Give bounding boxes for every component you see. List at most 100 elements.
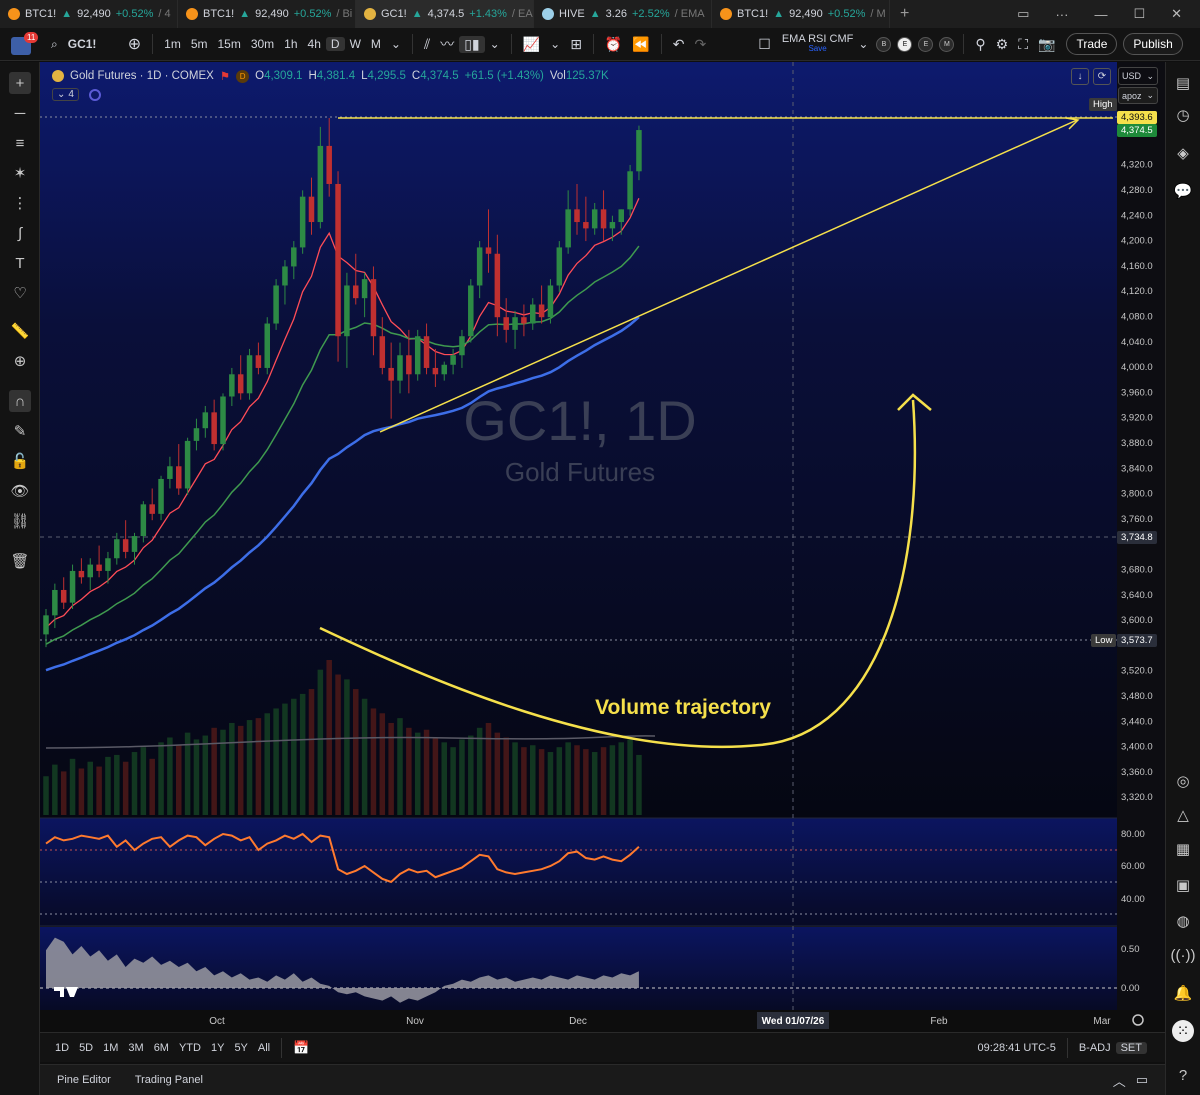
refresh-icon[interactable]: ⟳	[1093, 68, 1111, 85]
ruler-icon[interactable]: 📏	[9, 320, 31, 342]
range-3m[interactable]: 3M	[123, 1042, 148, 1054]
chart-legend[interactable]: Gold Futures · 1D · COMEX ⚑ D O4,309.1 H…	[52, 69, 609, 83]
more-icon[interactable]: ···	[1055, 7, 1068, 22]
price-chart[interactable]: GC1!, 1D Gold Futures Volume trajectory …	[0, 0, 1200, 1095]
watchlist-icon[interactable]: ▤	[1172, 72, 1194, 94]
range-all[interactable]: All	[253, 1042, 275, 1054]
maximize-icon[interactable]: ☐	[1133, 6, 1145, 22]
brush-icon[interactable]: ∫	[9, 222, 31, 244]
range-1m[interactable]: 1M	[98, 1042, 123, 1054]
magnet-icon[interactable]: ∩	[9, 390, 31, 412]
layout-name[interactable]: EMA RSI CMF Save	[782, 34, 854, 54]
date-range-icon[interactable]: 📅	[288, 1040, 314, 1056]
line-chart-icon[interactable]: 〰	[435, 34, 459, 54]
chevron-down-icon[interactable]: ⌄	[485, 37, 505, 51]
scroll-down-icon[interactable]: ↓	[1071, 68, 1089, 85]
crosshair-icon[interactable]: +	[9, 72, 31, 94]
close-window-icon[interactable]: ✕	[1171, 6, 1182, 22]
interval-m[interactable]: M	[366, 37, 386, 51]
layers-icon[interactable]: ◈	[1172, 142, 1194, 164]
currency-select[interactable]: USD ⌄	[1118, 67, 1158, 85]
range-6m[interactable]: 6M	[149, 1042, 174, 1054]
interval-d[interactable]: D	[325, 37, 345, 51]
heart-icon[interactable]: ♡	[9, 282, 31, 304]
stay-drawing-icon[interactable]: ✎	[9, 420, 31, 442]
replay-icon[interactable]: ⏪	[627, 36, 654, 53]
fib-icon[interactable]: ≡	[9, 132, 31, 154]
range-1y[interactable]: 1Y	[206, 1042, 229, 1054]
camera-icon[interactable]: 📷	[1033, 36, 1060, 53]
new-tab-icon[interactable]: +	[900, 5, 909, 23]
fullscreen-icon[interactable]: ⛶	[1013, 36, 1033, 53]
tab-btc-1[interactable]: BTC1!▲92,490+0.52%/ 4✕	[0, 0, 178, 28]
broadcast-icon[interactable]: ((·))	[1171, 944, 1196, 966]
trend-line-icon[interactable]: ─	[9, 102, 31, 124]
tab-btc-2[interactable]: BTC1!▲92,490+0.52%/ Bi✕	[178, 0, 356, 28]
publish-button[interactable]: Publish	[1123, 33, 1183, 55]
range-ytd[interactable]: YTD	[174, 1042, 206, 1054]
chevron-down-icon[interactable]: ⌄	[545, 37, 565, 51]
quick-search-icon[interactable]: ⚲	[970, 36, 990, 53]
projection-icon[interactable]: ⋮	[9, 192, 31, 214]
range-5y[interactable]: 5Y	[229, 1042, 252, 1054]
redo-icon[interactable]: ↷	[690, 36, 712, 53]
layout-checkbox-icon[interactable]: ☐	[753, 36, 776, 53]
minimize-icon[interactable]: —	[1094, 7, 1107, 22]
interval-30m[interactable]: 30m	[246, 37, 279, 51]
interval-15m[interactable]: 15m	[212, 37, 245, 51]
text-icon[interactable]: T	[9, 252, 31, 274]
pattern-icon[interactable]: ✶	[9, 162, 31, 184]
sync-icon[interactable]	[89, 89, 101, 101]
globe-icon[interactable]: ◍	[1172, 910, 1194, 932]
avatar[interactable]: 11	[8, 31, 39, 57]
range-1d[interactable]: 1D	[50, 1042, 74, 1054]
tab-hive[interactable]: HIVE▲3.26+2.52%/ EMA✕	[534, 0, 712, 28]
chevron-down-icon[interactable]: ⌄	[386, 37, 406, 51]
session-m-icon[interactable]: M	[939, 36, 955, 52]
link-icon[interactable]: ⛓	[9, 510, 31, 532]
session-b-icon[interactable]: B	[876, 36, 892, 52]
adjustment-toggle[interactable]: B-ADJ	[1074, 1042, 1116, 1054]
pine-editor-tab[interactable]: Pine Editor	[52, 1074, 116, 1086]
interval-w[interactable]: W	[345, 37, 366, 51]
interval-1h[interactable]: 1h	[279, 37, 302, 51]
symbol-search[interactable]: GC1!	[63, 37, 123, 51]
clock-readout[interactable]: 09:28:41 UTC-5	[973, 1042, 1061, 1054]
target-icon[interactable]: ◎	[1172, 770, 1194, 792]
help-icon[interactable]: ?	[1172, 1064, 1194, 1086]
bell-icon[interactable]: 🔔	[1172, 982, 1194, 1004]
alert-icon[interactable]: ⏰	[600, 36, 627, 53]
trash-icon[interactable]: 🗑	[9, 550, 31, 572]
ideas-icon[interactable]: △	[1172, 804, 1194, 826]
indicators-collapse[interactable]: ⌄ 4	[52, 88, 79, 101]
news-icon[interactable]: ▣	[1172, 874, 1194, 896]
settings-icon[interactable]: ⚙	[991, 36, 1014, 53]
flag-icon[interactable]: ⚑	[220, 69, 230, 83]
bar-chart-icon[interactable]: ⫽	[419, 36, 435, 53]
indicators-icon[interactable]: 📈	[518, 36, 545, 53]
eye-icon[interactable]: 👁	[9, 480, 31, 502]
layout-icon[interactable]: ▭	[1017, 6, 1029, 22]
interval-1m[interactable]: 1m	[159, 37, 186, 51]
zoom-icon[interactable]: ⊕	[9, 350, 31, 372]
interval-5m[interactable]: 5m	[186, 37, 213, 51]
volume-trajectory-label[interactable]: Volume trajectory	[595, 696, 771, 719]
undo-icon[interactable]: ↶	[668, 36, 690, 53]
session-toggle[interactable]: SET	[1115, 1041, 1147, 1054]
scale-select[interactable]: apoz ⌄	[1118, 87, 1158, 104]
apps-grid-icon[interactable]: ⁙	[1172, 1020, 1194, 1042]
session-e2-icon[interactable]: E	[918, 36, 934, 52]
range-5d[interactable]: 5D	[74, 1042, 98, 1054]
compare-add-icon[interactable]: ⊕	[123, 34, 146, 54]
interval-4h[interactable]: 4h	[303, 37, 326, 51]
calendar-icon[interactable]: ▦	[1172, 838, 1194, 860]
lock-icon[interactable]: 🔓	[9, 450, 31, 472]
trade-button[interactable]: Trade	[1066, 33, 1118, 55]
candle-chart-icon[interactable]: ▯▮	[459, 35, 485, 53]
trading-panel-tab[interactable]: Trading Panel	[130, 1074, 208, 1086]
tab-gc1[interactable]: GC1!▲4,374.5+1.43%/ EA✕	[356, 0, 534, 28]
search-icon[interactable]: ⌕	[46, 37, 63, 52]
alerts-clock-icon[interactable]: ◷	[1172, 104, 1194, 126]
chat-icon[interactable]: 💬	[1172, 180, 1194, 202]
tab-btc-3[interactable]: BTC1!▲92,490+0.52%/ M✕	[712, 0, 890, 28]
